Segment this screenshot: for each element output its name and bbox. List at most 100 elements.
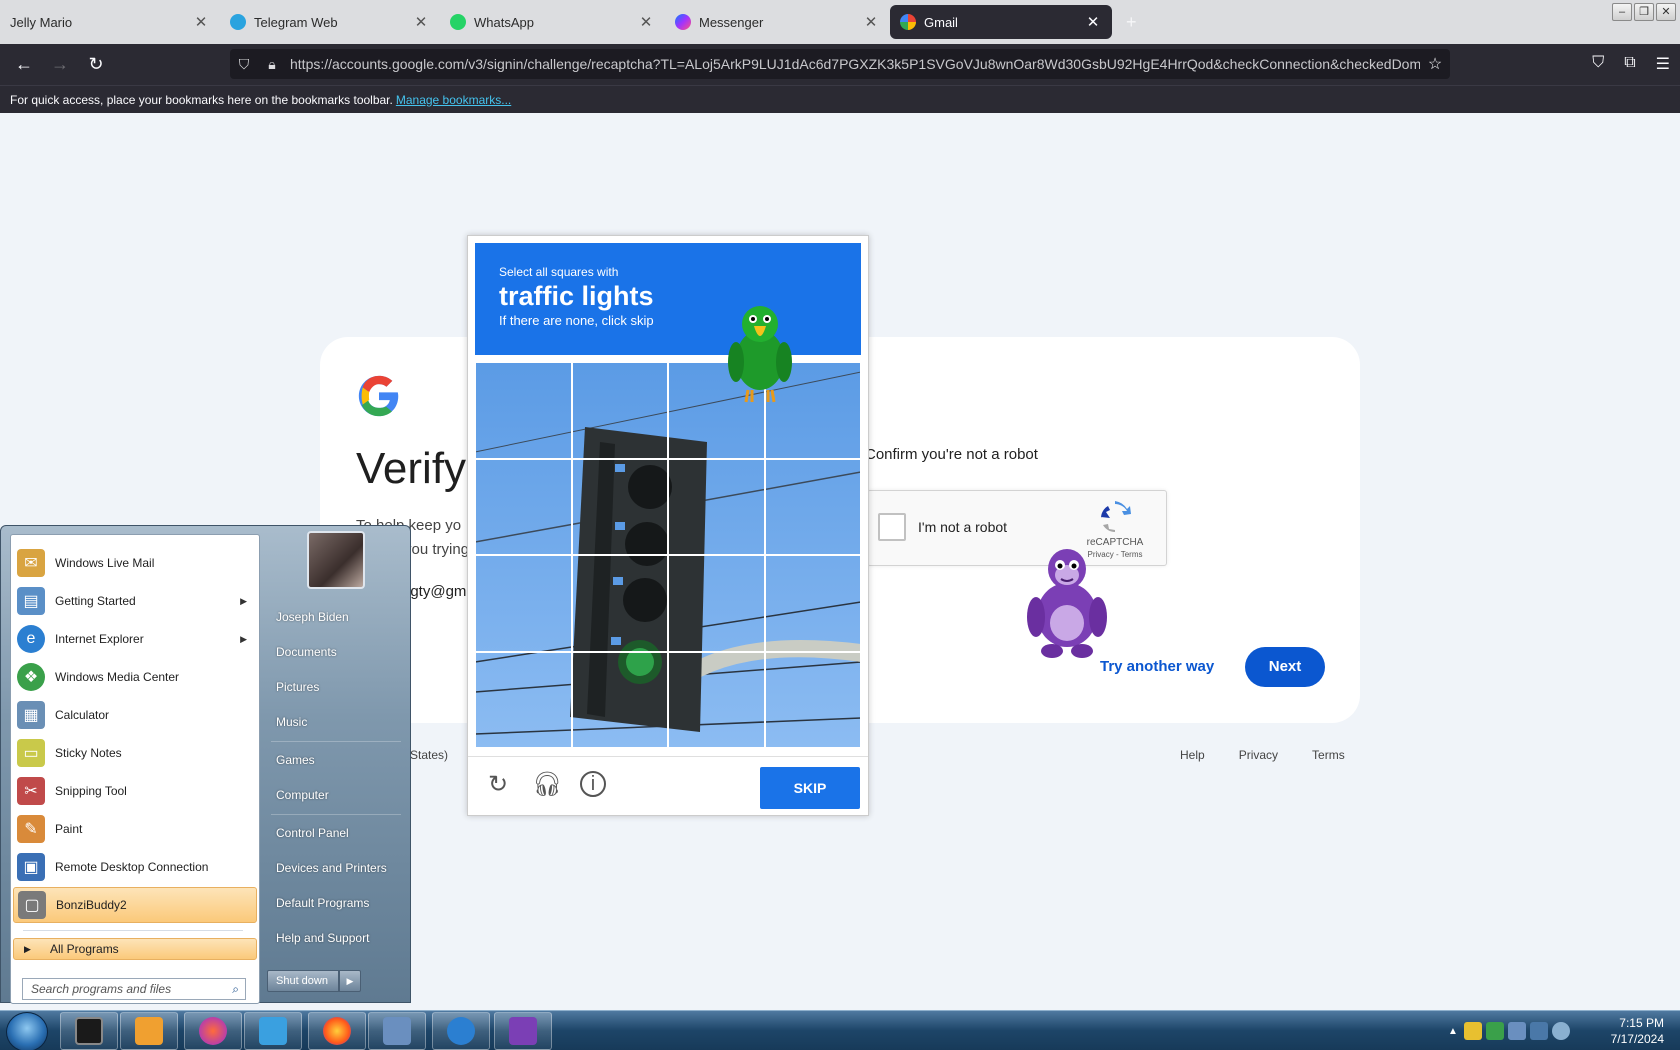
- reload-icon[interactable]: ↻: [78, 54, 114, 75]
- shutdown-options-icon[interactable]: ▶: [339, 970, 361, 992]
- reload-icon[interactable]: ↻: [484, 771, 512, 799]
- devices-printers-link[interactable]: Devices and Printers: [276, 861, 387, 875]
- tray-app-icon[interactable]: [1485, 1022, 1504, 1040]
- close-icon[interactable]: ✕: [862, 13, 880, 31]
- audio-icon[interactable]: 🎧︎: [532, 771, 562, 799]
- lock-icon[interactable]: 🔒︎: [258, 56, 286, 73]
- grid-tile[interactable]: [571, 362, 668, 459]
- grid-tile[interactable]: [475, 555, 572, 652]
- taskbar-virtualbox[interactable]: [368, 1012, 426, 1050]
- grid-tile[interactable]: [475, 362, 572, 459]
- program-internet-explorer[interactable]: e Internet Explorer ▶: [13, 621, 257, 657]
- privacy-link[interactable]: Privacy: [1239, 748, 1278, 762]
- taskbar: ▲ 7:15 PM 7/17/2024: [0, 1010, 1680, 1050]
- forward-icon[interactable]: →: [42, 54, 78, 75]
- info-icon[interactable]: i: [580, 771, 606, 797]
- close-icon[interactable]: ✕: [637, 13, 655, 31]
- new-tab-icon[interactable]: +: [1126, 12, 1137, 33]
- taskbar-terminal[interactable]: [60, 1012, 118, 1050]
- grid-tile[interactable]: [764, 651, 861, 748]
- grid-tile[interactable]: [668, 555, 765, 652]
- parrot-icon: [728, 306, 792, 403]
- program-getting-started[interactable]: ▤ Getting Started ▶: [13, 583, 257, 619]
- restore-button[interactable]: ❐: [1634, 3, 1654, 21]
- close-icon[interactable]: ✕: [192, 13, 210, 31]
- show-hidden-icons-icon[interactable]: ▲: [1448, 1026, 1458, 1037]
- start-button[interactable]: [6, 1012, 48, 1050]
- pictures-link[interactable]: Pictures: [276, 680, 319, 694]
- minimize-button[interactable]: –: [1612, 3, 1632, 21]
- manage-bookmarks-link[interactable]: Manage bookmarks...: [396, 93, 511, 107]
- taskbar-media-player[interactable]: [120, 1012, 178, 1050]
- ie-icon: [447, 1017, 475, 1045]
- games-link[interactable]: Games: [276, 753, 315, 767]
- system-clock[interactable]: 7:15 PM 7/17/2024: [1611, 1015, 1664, 1047]
- program-calculator[interactable]: ▦ Calculator: [13, 697, 257, 733]
- program-label: BonziBuddy2: [56, 898, 127, 912]
- control-panel-link[interactable]: Control Panel: [276, 826, 349, 840]
- grid-tile[interactable]: [571, 458, 668, 555]
- challenge-target: traffic lights: [499, 281, 654, 311]
- taskbar-firefox-dev[interactable]: [184, 1012, 242, 1050]
- next-button[interactable]: Next: [1245, 647, 1325, 687]
- program-sticky-notes[interactable]: ▭ Sticky Notes: [13, 735, 257, 771]
- documents-link[interactable]: Documents: [276, 645, 337, 659]
- all-programs-button[interactable]: ▶ All Programs: [13, 938, 257, 960]
- program-remote-desktop[interactable]: ▣ Remote Desktop Connection: [13, 849, 257, 885]
- grid-tile[interactable]: [764, 555, 861, 652]
- user-name-link[interactable]: Joseph Biden: [276, 610, 349, 624]
- tab-messenger[interactable]: Messenger ✕: [665, 0, 890, 44]
- close-window-button[interactable]: ✕: [1656, 3, 1676, 21]
- menu-icon[interactable]: ☰: [1656, 54, 1670, 74]
- tab-whatsapp[interactable]: WhatsApp ✕: [440, 0, 665, 44]
- skip-button[interactable]: SKIP: [760, 767, 860, 809]
- grid-tile[interactable]: [475, 651, 572, 748]
- program-paint[interactable]: ✎ Paint: [13, 811, 257, 847]
- program-windows-live-mail[interactable]: ✉ Windows Live Mail: [13, 545, 257, 581]
- back-icon[interactable]: ←: [6, 54, 42, 75]
- tab-telegram[interactable]: Telegram Web ✕: [220, 0, 440, 44]
- taskbar-bonzi-buddy[interactable]: [494, 1012, 552, 1050]
- recaptcha-widget: I'm not a robot reCAPTCHA Privacy - Term…: [867, 490, 1167, 566]
- grid-tile[interactable]: [571, 555, 668, 652]
- taskbar-wordpad[interactable]: [244, 1012, 302, 1050]
- taskbar-firefox[interactable]: [308, 1012, 366, 1050]
- program-bonzibuddy2[interactable]: ▢ BonziBuddy2: [13, 887, 257, 923]
- tab-jelly-mario[interactable]: Jelly Mario ✕: [0, 0, 220, 44]
- close-icon[interactable]: ✕: [1084, 13, 1102, 31]
- music-link[interactable]: Music: [276, 715, 307, 729]
- tray-app-icon[interactable]: [1507, 1022, 1526, 1040]
- tray-app-icon[interactable]: [1463, 1022, 1482, 1040]
- challenge-hint: If there are none, click skip: [499, 313, 654, 328]
- grid-tile[interactable]: [668, 458, 765, 555]
- shield-icon[interactable]: ⛉: [230, 56, 258, 73]
- account-email[interactable]: ggty@gm: [402, 583, 466, 600]
- grid-tile[interactable]: [764, 458, 861, 555]
- help-link[interactable]: Help: [1180, 748, 1205, 762]
- user-avatar[interactable]: [307, 531, 365, 589]
- default-programs-link[interactable]: Default Programs: [276, 896, 369, 910]
- grid-tile[interactable]: [475, 458, 572, 555]
- close-icon[interactable]: ✕: [412, 13, 430, 31]
- search-input[interactable]: Search programs and files ⌕: [22, 978, 246, 1000]
- bookmark-star-icon[interactable]: ☆: [1420, 54, 1450, 74]
- volume-icon[interactable]: [1551, 1022, 1570, 1040]
- pocket-icon[interactable]: ⛉: [1592, 54, 1604, 74]
- shutdown-button[interactable]: Shut down: [267, 970, 339, 992]
- grid-tile[interactable]: [571, 651, 668, 748]
- try-another-way-button[interactable]: Try another way: [1100, 658, 1214, 675]
- tab-gmail[interactable]: Gmail ✕: [890, 5, 1112, 39]
- tab-label: Gmail: [924, 14, 958, 30]
- help-support-link[interactable]: Help and Support: [276, 931, 369, 945]
- taskbar-internet-explorer[interactable]: [432, 1012, 490, 1050]
- terms-link[interactable]: Terms: [1312, 748, 1345, 762]
- grid-tile[interactable]: [668, 651, 765, 748]
- extensions-icon[interactable]: ⧉: [1624, 54, 1635, 74]
- program-windows-media-center[interactable]: ❖ Windows Media Center: [13, 659, 257, 695]
- url-text[interactable]: https://accounts.google.com/v3/signin/ch…: [286, 56, 1420, 72]
- recaptcha-checkbox[interactable]: [878, 513, 906, 541]
- url-bar[interactable]: ⛉ 🔒︎ https://accounts.google.com/v3/sign…: [230, 49, 1450, 79]
- program-snipping-tool[interactable]: ✂ Snipping Tool: [13, 773, 257, 809]
- computer-link[interactable]: Computer: [276, 788, 329, 802]
- network-icon[interactable]: [1529, 1022, 1548, 1040]
